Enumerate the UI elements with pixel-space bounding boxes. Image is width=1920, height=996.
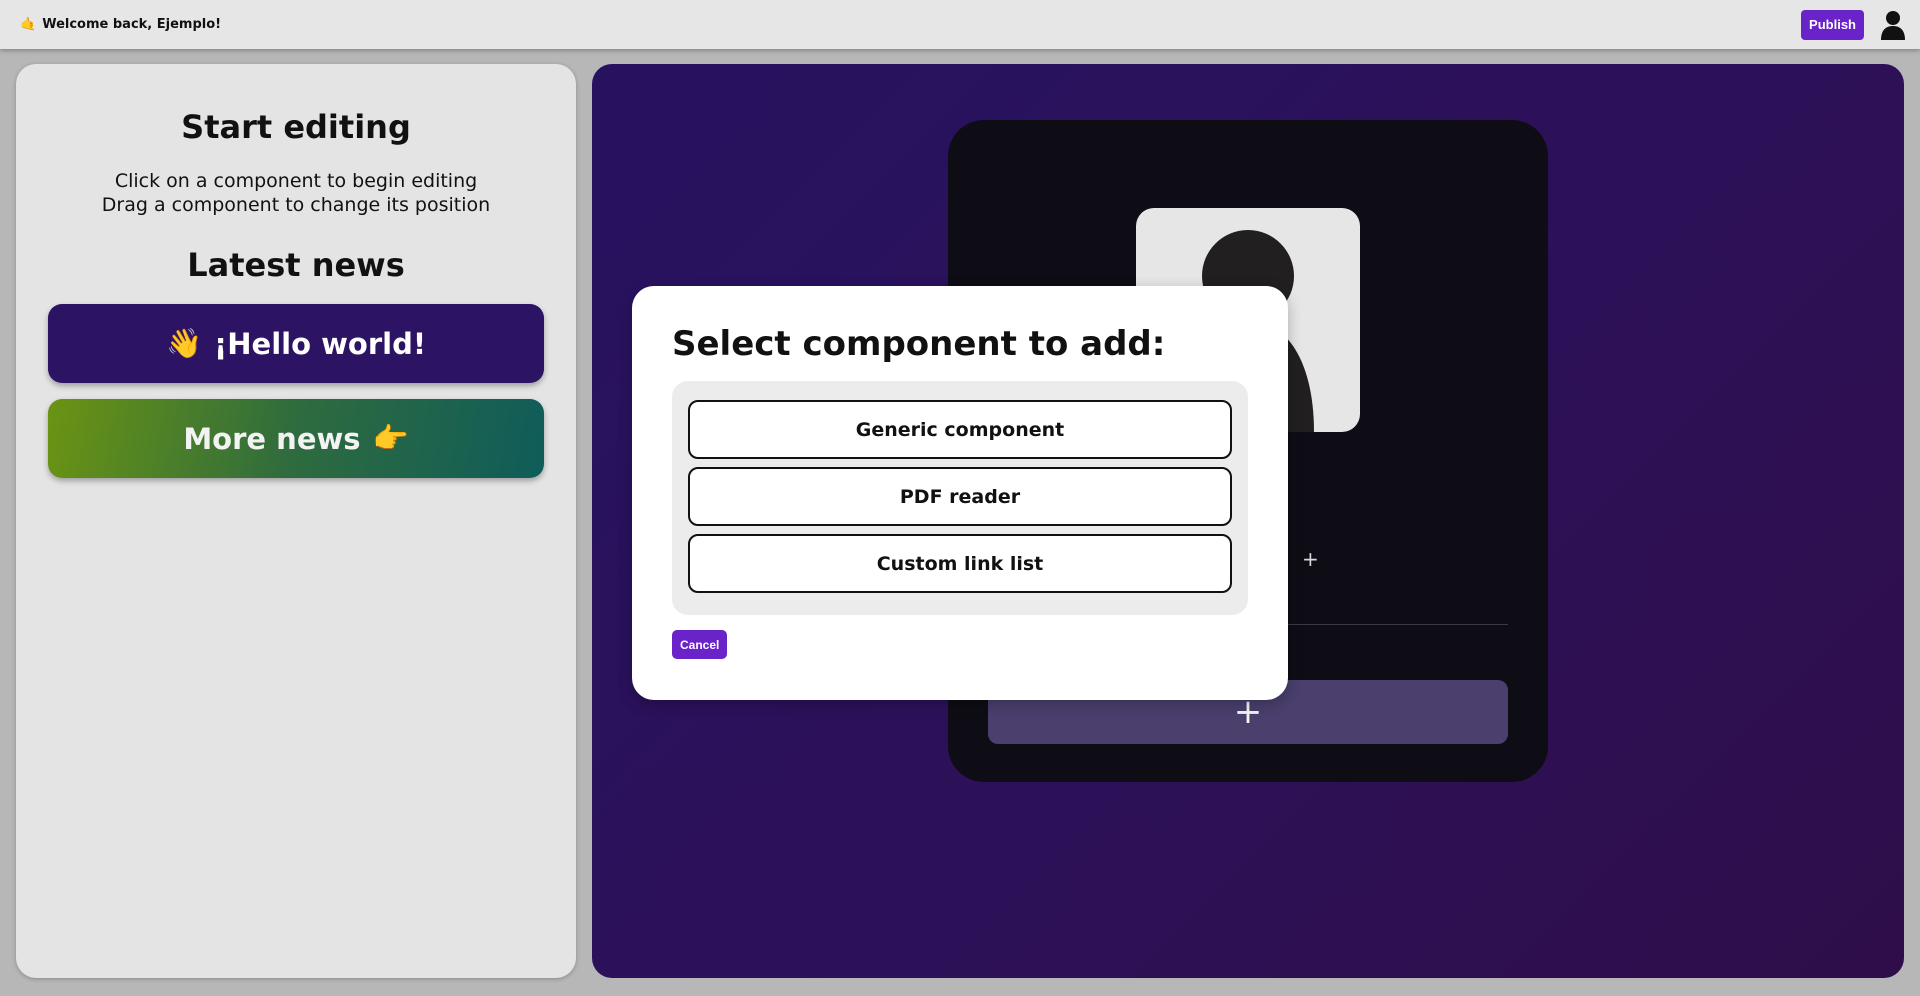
cancel-button[interactable]: Cancel [672, 630, 728, 659]
news-card-hello-world[interactable]: 👋 ¡Hello world! [48, 304, 544, 383]
add-social-link-icon[interactable]: + [1302, 547, 1319, 571]
top-bar: 🤙 Welcome back, Ejemplo! Publish [0, 0, 1920, 49]
news-card-label: ¡Hello world! [214, 326, 427, 361]
news-card-label: More news [183, 421, 361, 456]
publish-button[interactable]: Publish [1801, 9, 1864, 40]
welcome-text: Welcome back, Ejemplo! [42, 17, 222, 32]
user-icon[interactable] [1880, 10, 1906, 40]
editor-sidebar: Start editing Click on a component to be… [16, 64, 576, 978]
news-card-more-news[interactable]: More news 👉 [48, 399, 544, 478]
welcome-message: 🤙 Welcome back, Ejemplo! [20, 17, 221, 32]
option-generic-component[interactable]: Generic component [688, 400, 1232, 459]
hand-emoji-icon: 🤙 [20, 17, 37, 32]
modal-title: Select component to add: [672, 324, 1166, 364]
start-editing-title: Start editing [181, 108, 411, 146]
option-pdf-reader[interactable]: PDF reader [688, 467, 1232, 526]
pointing-hand-icon: 👉 [372, 421, 409, 455]
instruction-click: Click on a component to begin editing [114, 170, 478, 192]
instruction-drag: Drag a component to change its position [101, 194, 491, 216]
component-options-list: Generic component PDF reader Custom link… [672, 381, 1248, 615]
select-component-modal: Select component to add: Generic compone… [632, 286, 1288, 700]
latest-news-title: Latest news [187, 246, 405, 284]
option-custom-link-list[interactable]: Custom link list [688, 534, 1232, 593]
top-bar-actions: Publish [1801, 9, 1906, 40]
waving-hand-icon: 👋 [165, 326, 203, 360]
